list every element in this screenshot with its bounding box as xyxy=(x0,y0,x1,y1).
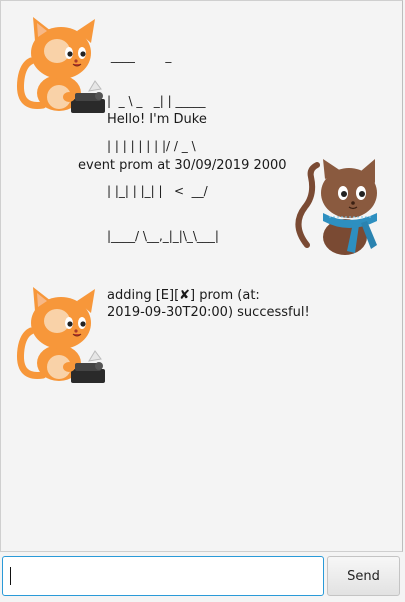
send-button[interactable]: Send xyxy=(327,556,400,596)
user-input-field[interactable] xyxy=(2,556,324,596)
duke-greeting-text: Hello! I'm Duke xyxy=(107,112,207,127)
text-caret xyxy=(10,567,11,585)
user-message-text: event prom at 30/09/2019 2000 xyxy=(78,158,287,173)
duke-message-greeting: ____ _ | _ \ _ _| | _____ | | | | | | | … xyxy=(1,1,404,243)
duke-message-reply: adding [E][✘] prom (at: 2019-09-30T20:00… xyxy=(1,271,404,401)
logo-line: ____ _ xyxy=(107,49,202,63)
duke-avatar-icon xyxy=(16,17,105,113)
logo-line: | _ \ _ _| | _____ xyxy=(107,94,210,108)
duke-reply-text: adding [E][✘] prom (at: 2019-09-30T20:00… xyxy=(107,288,310,320)
duke-avatar-icon xyxy=(16,287,105,383)
user-message: event prom at 30/09/2019 2000 xyxy=(1,141,404,271)
dialog-container[interactable]: ____ _ | _ \ _ _| | _____ | | | | | | | … xyxy=(0,0,403,552)
user-avatar-icon xyxy=(295,159,377,255)
